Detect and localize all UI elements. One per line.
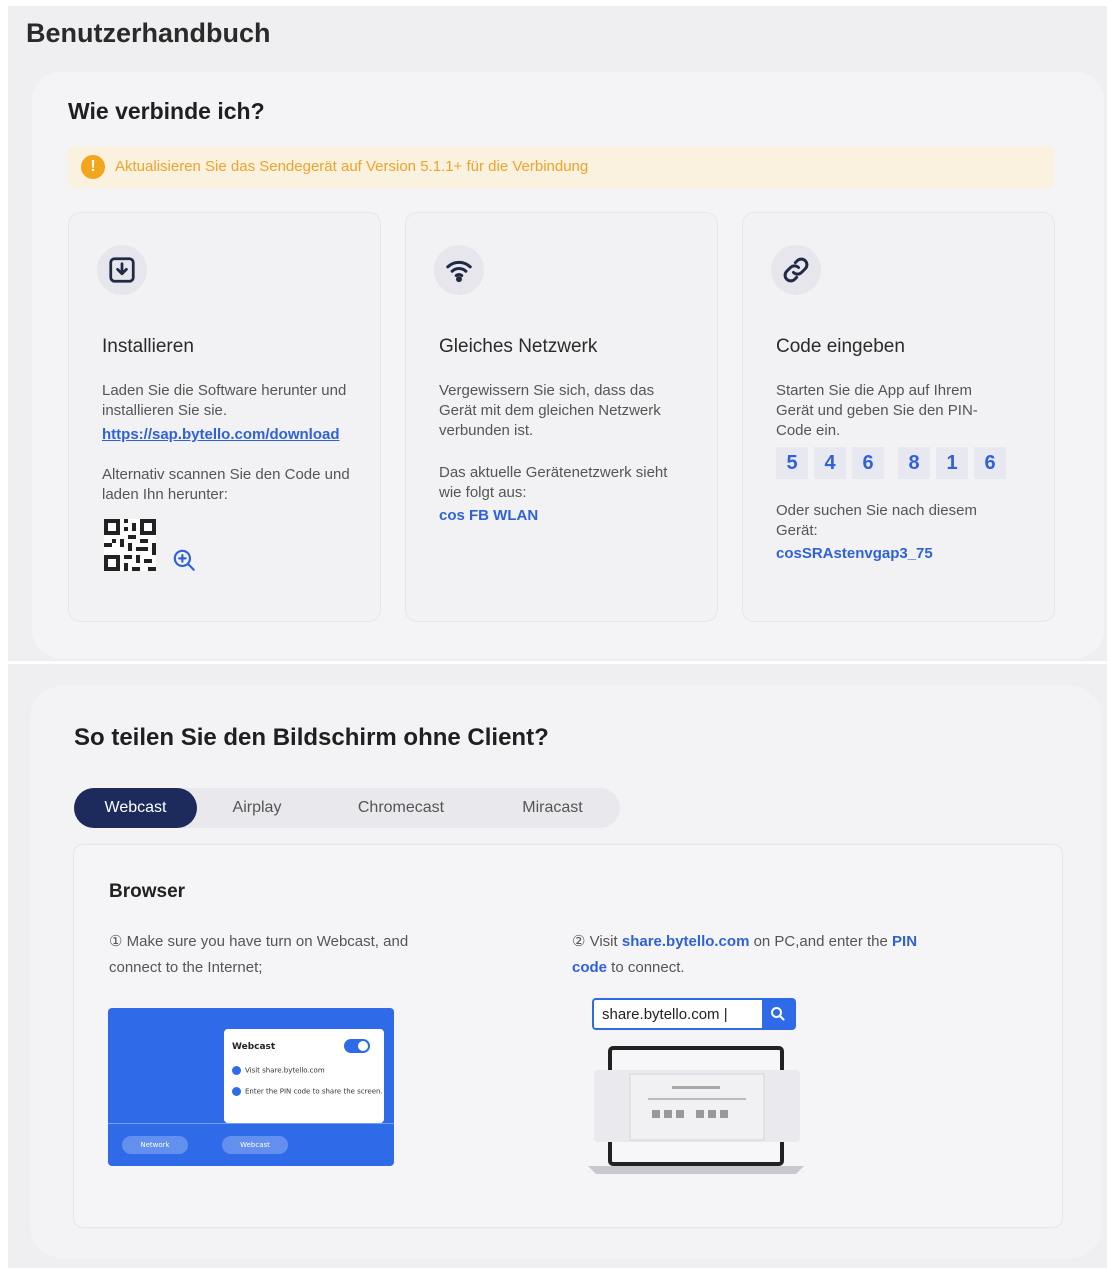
step-text: Laden Sie die Software herunter und inst… [102,382,347,419]
popup-line: Visit share.bytello.com [232,1066,325,1075]
pin-digit: 4 [814,447,846,479]
pin-digit: 6 [974,447,1006,479]
device-label: Oder suchen Sie nach diesem Gerät: [776,502,977,539]
step-card-code: Code eingeben Starten Sie die App auf Ih… [742,212,1055,622]
browser-title: Browser [109,881,186,902]
popup-title: Webcast [232,1042,276,1052]
download-link[interactable]: https://sap.bytello.com/download [102,426,340,443]
warning-banner: ! Aktualisieren Sie das Sendegerät auf V… [68,146,1054,188]
webcast-pill: Webcast [222,1136,288,1154]
share-title: So teilen Sie den Bildschirm ohne Client… [74,724,549,751]
pin-digit: 6 [852,447,884,479]
instruction-step1: ① Make sure you have turn on Webcast, an… [109,933,409,976]
page-title: Benutzerhandbuch [26,18,271,48]
divider [108,1123,394,1124]
step-text: Starten Sie die App auf Ihrem Gerät und … [776,382,978,439]
step-card-install: Installieren Laden Sie die Software heru… [68,212,381,622]
pin-digit: 5 [776,447,808,479]
warning-icon: ! [81,155,105,179]
network-label: Das aktuelle Gerätenetzwerk sieht wie fo… [439,464,668,501]
tab-chromecast[interactable]: Chromecast [317,788,485,828]
step-title: Code eingeben [776,336,905,357]
share-link[interactable]: share.bytello.com [622,933,750,950]
network-pill: Network [122,1136,188,1154]
pin-digit: 1 [936,447,968,479]
url-bar[interactable]: share.bytello.com | [592,998,796,1030]
step-card-network: Gleiches Netzwerk Vergewissern Sie sich,… [405,212,718,622]
instruction-text: on PC,and enter the [749,933,893,950]
zoom-in-icon[interactable] [171,547,197,578]
share-tabs: Webcast Airplay Chromecast Miracast [74,788,620,828]
network-name: cos FB WLAN [439,507,539,524]
tab-airplay[interactable]: Airplay [197,788,317,828]
webcast-illustration: Webcast Visit share.bytello.com Enter th… [108,1008,394,1166]
search-icon[interactable] [762,1000,794,1028]
tab-webcast[interactable]: Webcast [74,788,197,828]
instruction-text: to connect. [607,959,685,976]
step-title: Gleiches Netzwerk [439,336,598,357]
tab-miracast[interactable]: Miracast [485,788,620,828]
laptop-icon [586,1042,806,1180]
instruction-step2: ② Visit share.bytello.com on PC,and ente… [572,929,942,981]
connect-panel: Benutzerhandbuch Wie verbinde ich? ! Akt… [8,6,1107,661]
device-name: cosSRAstenvgap3_75 [776,545,933,562]
instruction-text: ② Visit [572,933,622,950]
download-icon [97,245,147,295]
link-icon [771,245,821,295]
section-title: Wie verbinde ich? [68,98,265,124]
pin-digit: 8 [898,447,930,479]
share-panel: So teilen Sie den Bildschirm ohne Client… [8,664,1107,1268]
share-card: So teilen Sie den Bildschirm ohne Client… [30,686,1102,1258]
popup-line: Enter the PIN code to share the screen. [232,1087,383,1096]
alt-text: Alternativ scannen Sie den Code und lade… [102,466,350,503]
step-title: Installieren [102,336,194,357]
connect-card: Wie verbinde ich? ! Aktualisieren Sie da… [32,72,1104,658]
url-text: share.bytello.com | [602,1006,728,1023]
pin-code: 5 4 6 8 1 6 [776,447,1012,479]
qr-code-icon [104,519,156,571]
toggle-icon [344,1039,370,1053]
warning-text: Aktualisieren Sie das Sendegerät auf Ver… [115,158,589,175]
step-text: Vergewissern Sie sich, dass das Gerät mi… [439,382,661,439]
webcast-popup: Webcast Visit share.bytello.com Enter th… [224,1029,384,1123]
wifi-icon [434,245,484,295]
browser-panel: Browser ① Make sure you have turn on Web… [73,844,1063,1228]
